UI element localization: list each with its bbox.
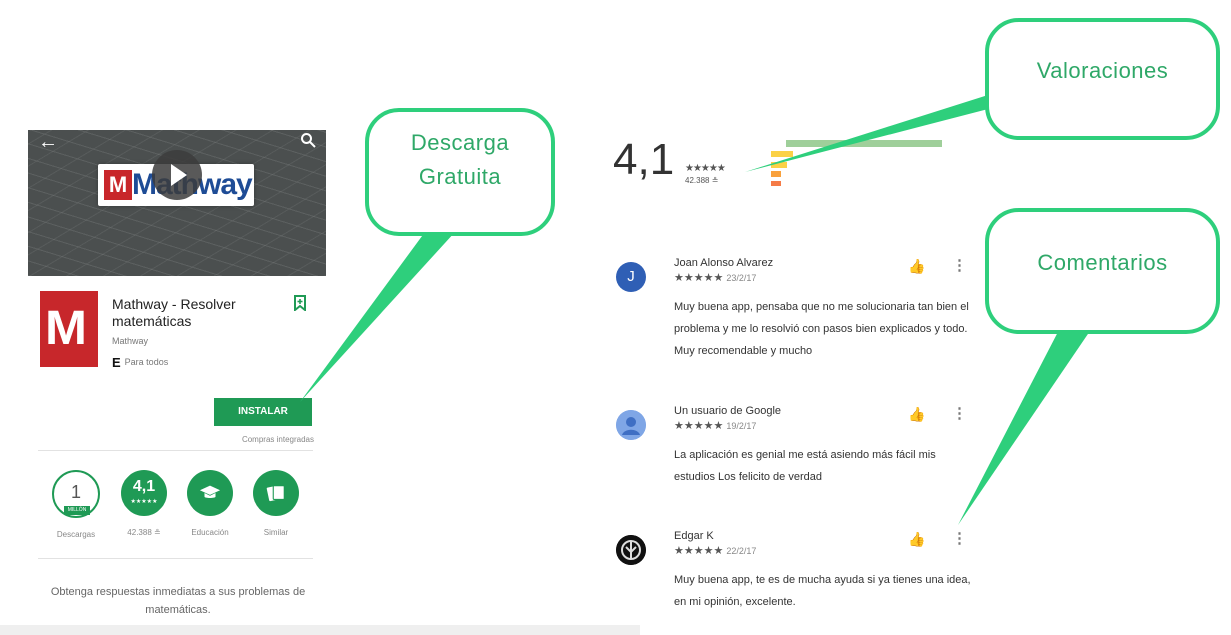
app-icon: M	[40, 291, 98, 367]
review-stars: ★★★★★	[674, 420, 724, 432]
review-rating: ★★★★★ 22/2/17	[674, 544, 756, 557]
similar-stat[interactable]: Similar	[246, 470, 306, 537]
review-author: Un usuario de Google	[674, 405, 782, 417]
bookmark-icon[interactable]	[293, 295, 307, 311]
review-text: La aplicación es genial me está asiendo …	[674, 449, 936, 483]
avatar	[616, 410, 646, 440]
avatar	[616, 535, 646, 565]
avatar: J	[616, 262, 646, 292]
downloads-stat[interactable]: 1 MILLÓN Descargas	[46, 470, 106, 539]
downloads-label: Descargas	[56, 530, 96, 539]
average-rating: 4,1	[613, 135, 675, 184]
callout-comentarios: Comentarios	[985, 208, 1220, 334]
downloads-unit-badge: MILLÓN	[64, 506, 90, 515]
callout-descarga-gratuita: Descarga Gratuita	[365, 108, 555, 236]
review-stars: ★★★★★	[674, 272, 724, 284]
thumbs-up-icon[interactable]: 👍	[908, 531, 925, 548]
rating-histogram-bar-3	[771, 162, 787, 168]
review-date: 23/2/17	[726, 273, 757, 283]
more-vert-icon[interactable]: ⋮	[952, 404, 967, 422]
more-vert-icon[interactable]: ⋮	[952, 256, 967, 274]
review-rating: ★★★★★ 23/2/17	[674, 271, 756, 284]
esrb-e-icon: E	[112, 355, 121, 370]
content-rating: E Para todos	[112, 355, 168, 370]
similar-label: Similar	[263, 528, 289, 537]
promo-video-banner[interactable]: ← M Mathway	[28, 130, 326, 276]
rating-histogram-bar-4	[771, 151, 793, 157]
divider	[38, 450, 313, 451]
category-label: Educación	[191, 528, 229, 537]
review-stars: ★★★★★	[674, 545, 724, 557]
content-rating-label: Para todos	[124, 357, 169, 367]
play-icon[interactable]	[152, 150, 202, 200]
review-text: Muy buena app, pensaba que no me solucio…	[674, 301, 969, 357]
more-vert-icon[interactable]: ⋮	[952, 529, 967, 547]
rating-histogram-bar-5	[786, 140, 942, 147]
cards-icon	[266, 485, 285, 502]
rating-histogram-bar-1	[771, 181, 781, 186]
install-button[interactable]: INSTALAR	[214, 398, 312, 426]
downloads-badge-circle: 1 MILLÓN	[52, 470, 100, 518]
review-text: Muy buena app, te es de mucha ayuda si y…	[674, 574, 971, 608]
rating-count-label: 42.388 ≗	[127, 528, 161, 537]
rating-stars: ★★★★★	[130, 499, 158, 505]
rating-histogram-bar-2	[771, 171, 781, 177]
rating-value: 4,1	[132, 478, 156, 495]
rating-badge: 4,1 ★★★★★	[121, 470, 167, 516]
app-detail-panel: ← M Mathway M Mathway - Resolver matemát…	[28, 130, 326, 635]
logo-m-mark: M	[104, 170, 132, 200]
downloads-value: 1	[70, 482, 81, 502]
category-stat[interactable]: Educación	[180, 470, 240, 537]
category-badge	[187, 470, 233, 516]
app-icon-letter: M	[45, 302, 87, 355]
callout-pointer-comments	[958, 328, 1092, 525]
review-rating: ★★★★★ 19/2/17	[674, 419, 756, 432]
bottom-edge-strip	[0, 625, 640, 635]
divider	[38, 558, 313, 559]
arrow-back-icon[interactable]: ←	[38, 132, 58, 152]
rating-count: 42.388 ≗	[685, 176, 719, 185]
review-date: 19/2/17	[726, 421, 757, 431]
app-title: Mathway - Resolver matemáticas	[112, 296, 236, 329]
rating-stars: ★★★★★	[685, 163, 726, 174]
graduation-cap-icon	[199, 485, 221, 499]
developer-name[interactable]: Mathway	[112, 336, 148, 346]
in-app-purchases-note: Compras integradas	[241, 435, 314, 444]
app-description[interactable]: Obtenga respuestas inmediatas a sus prob…	[48, 583, 308, 619]
search-icon[interactable]	[300, 132, 316, 148]
callout-valoraciones: Valoraciones	[985, 18, 1220, 140]
callout-pointer-ratings	[745, 95, 992, 172]
rating-stat[interactable]: 4,1 ★★★★★ 42.388 ≗	[114, 470, 174, 537]
thumbs-up-icon[interactable]: 👍	[908, 406, 925, 423]
thumbs-up-icon[interactable]: 👍	[908, 258, 925, 275]
similar-badge	[253, 470, 299, 516]
review-author: Joan Alonso Alvarez	[674, 257, 774, 269]
review-author: Edgar K	[674, 530, 714, 542]
review-date: 22/2/17	[726, 546, 757, 556]
